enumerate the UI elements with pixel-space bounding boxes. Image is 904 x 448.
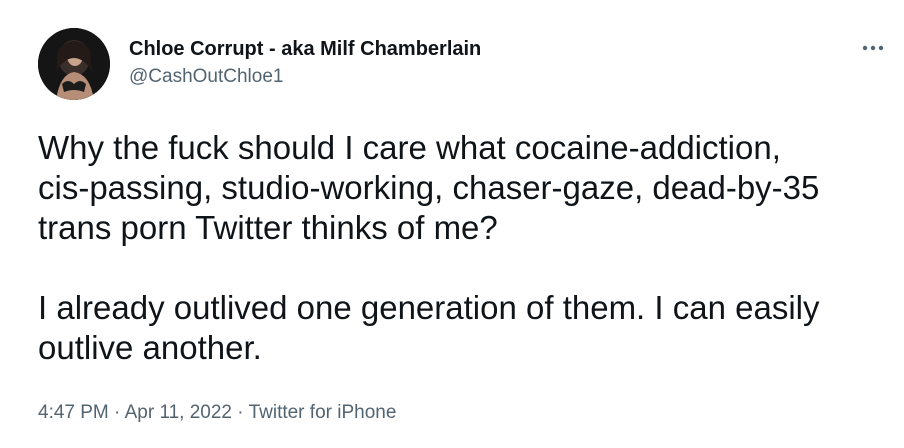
author-handle[interactable]: @CashOutChloe1: [129, 66, 283, 88]
tweet-meta: 4:47 PM · Apr 11, 2022 · Twitter for iPh…: [38, 402, 396, 424]
author-display-name[interactable]: Chloe Corrupt - aka Milf Chamberlain: [129, 38, 481, 61]
tweet-paragraph-1: Why the fuck should I care what cocaine-…: [38, 129, 820, 246]
avatar[interactable]: [38, 28, 110, 100]
more-options-button[interactable]: [856, 36, 890, 60]
tweet-paragraph-2: I already outlived one generation of the…: [38, 289, 820, 366]
avatar-photo: [38, 28, 110, 100]
tweet-date[interactable]: Apr 11, 2022: [125, 402, 232, 423]
more-horizontal-icon: [862, 45, 884, 51]
tweet-time[interactable]: 4:47 PM: [38, 402, 109, 423]
tweet-card: Chloe Corrupt - aka Milf Chamberlain @Ca…: [0, 0, 904, 448]
meta-separator: ·: [108, 402, 125, 423]
meta-separator: ·: [232, 402, 249, 423]
tweet-source[interactable]: Twitter for iPhone: [249, 402, 397, 423]
tweet-text: Why the fuck should I care what cocaine-…: [38, 128, 878, 368]
